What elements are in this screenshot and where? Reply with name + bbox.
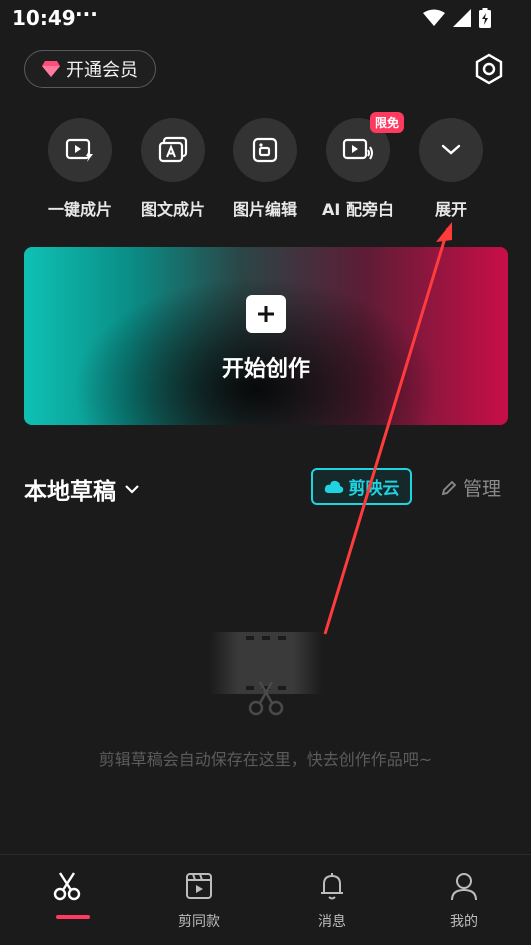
cloud-icon: [324, 480, 343, 493]
status-bar: 10:49 ···: [0, 0, 531, 36]
tool-circle: [419, 118, 483, 182]
bottom-tabbar: 剪同款 消息 我的: [0, 854, 531, 945]
tool-circle: 限免: [326, 112, 404, 182]
chevron-down-icon: [125, 485, 139, 494]
tool-label: AI 配旁白: [322, 200, 394, 219]
bell-icon: [321, 873, 343, 900]
cloud-label: 剪映云: [348, 479, 400, 499]
template-clapper-icon: [186, 873, 212, 899]
tool-label: 展开: [434, 200, 467, 219]
tool-image-edit[interactable]: 图片编辑: [220, 118, 310, 220]
tool-label: 图片编辑: [232, 200, 297, 219]
tool-circle: [48, 118, 112, 182]
tab-label: 剪同款: [178, 914, 220, 930]
vip-button[interactable]: 开通会员: [24, 50, 156, 88]
tab-templates[interactable]: 剪同款: [139, 855, 259, 945]
pencil-icon: [441, 480, 457, 495]
manage-button[interactable]: 管理: [440, 474, 501, 501]
image-edit-icon: [252, 137, 278, 163]
status-time: 10:49: [12, 6, 76, 30]
tool-label: 一键成片: [47, 200, 112, 219]
plus-icon: [246, 295, 286, 333]
manage-label: 管理: [463, 478, 502, 500]
empty-drafts-text: 剪辑草稿会自动保存在这里，快去创作作品吧~: [98, 750, 433, 769]
vip-label: 开通会员: [66, 60, 138, 81]
video-flash-icon: [65, 138, 93, 162]
wifi-icon: [423, 9, 445, 26]
status-dots: ···: [75, 2, 98, 26]
tab-label: 我的: [450, 914, 478, 930]
user-icon: [451, 873, 477, 901]
local-drafts-dropdown[interactable]: 本地草稿: [24, 472, 140, 506]
chevron-down-icon: [441, 144, 461, 155]
tool-ai-narration[interactable]: 限免 AI 配旁白: [313, 112, 404, 220]
empty-film-scissors-icon: [210, 632, 322, 716]
tool-circle: [141, 118, 205, 182]
status-icons: [423, 8, 491, 28]
start-create-card[interactable]: 开始创作: [24, 247, 508, 425]
tab-messages[interactable]: 消息: [272, 855, 392, 945]
active-tab-indicator: [56, 915, 90, 919]
tab-label: 消息: [318, 914, 346, 930]
tool-one-click-video[interactable]: 一键成片: [35, 118, 125, 220]
tool-image-text-video[interactable]: 图文成片: [128, 118, 218, 220]
tab-edit[interactable]: [7, 855, 127, 945]
tab-profile[interactable]: 我的: [404, 855, 524, 945]
tool-label: 图文成片: [140, 200, 205, 219]
start-create-label: 开始创作: [221, 357, 310, 382]
tool-circle: [233, 118, 297, 182]
settings-hexagon-icon[interactable]: [472, 52, 506, 86]
tool-expand[interactable]: 展开: [406, 118, 496, 220]
free-limited-badge: 限免: [369, 112, 404, 133]
drafts-title-label: 本地草稿: [24, 479, 116, 505]
image-text-icon: [158, 136, 188, 163]
cell-signal-icon: [453, 9, 471, 27]
voice-video-icon: [342, 138, 373, 160]
diamond-icon: [42, 61, 60, 77]
scissors-icon: [53, 872, 81, 901]
cloud-button[interactable]: 剪映云: [311, 468, 412, 505]
battery-icon: [479, 8, 491, 28]
